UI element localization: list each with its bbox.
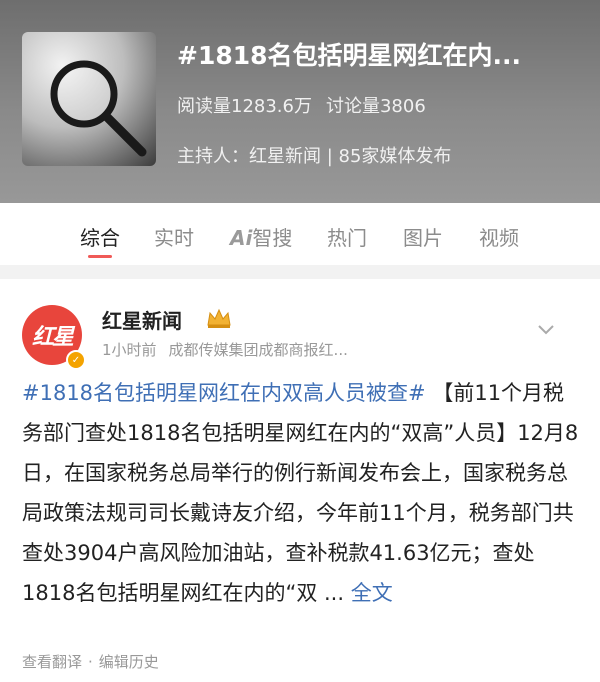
tab-bar: 综合 实时 Ai智搜 热门 图片 视频 [0,203,600,265]
post-source: 成都传媒集团成都商报红... [168,341,348,359]
tab-ai-search[interactable]: Ai智搜 [230,222,292,251]
tab-realtime[interactable]: 实时 [154,222,194,251]
active-tab-indicator [88,255,112,258]
edit-history-link[interactable]: 编辑历史 [99,653,159,671]
topic-title: #1818名包括明星网红在内... [177,41,522,70]
tab-ai-search-label: 智搜 [252,226,293,250]
read-count: 阅读量1283.6万 [177,96,312,117]
ai-badge: Ai [230,226,253,250]
post-card: 红星 ✓ 红星新闻 1小时前 成都传媒集团成都商报红... #1818名包括明星网… [0,279,600,682]
topic-stats: 阅读量1283.6万 讨论量3806 [177,92,426,118]
tab-hot[interactable]: 热门 [327,222,367,251]
expand-full-text-link[interactable]: 全文 [351,581,393,605]
crown-icon [207,308,231,328]
post-meta: 1小时前 成都传媒集团成都商报红... [102,339,348,360]
topic-header: #1818名包括明星网红在内... 阅读量1283.6万 讨论量3806 主持人：… [0,0,600,203]
post-text: 【前11个月税务部门查处1818名包括明星网红在内的“双高”人员】12月8日，在… [22,381,579,605]
post-footer: 查看翻译 · 编辑历史 [22,651,159,672]
topic-host[interactable]: 主持人：红星新闻 | 85家媒体发布 [177,142,451,168]
tab-images[interactable]: 图片 [403,222,443,251]
post-body: #1818名包括明星网红在内双高人员被查# 【前11个月税务部门查处1818名包… [22,373,582,613]
magnifier-icon [50,60,147,157]
magnifier-thumbnail[interactable] [22,32,156,166]
post-hashtag[interactable]: #1818名包括明星网红在内双高人员被查# [22,381,426,405]
tab-comprehensive[interactable]: 综合 [80,222,120,251]
chevron-down-icon[interactable] [536,323,556,337]
section-divider [0,265,600,279]
post-time: 1小时前 [102,341,157,359]
footer-separator: · [88,653,93,671]
verified-icon: ✓ [66,350,86,370]
author-name[interactable]: 红星新闻 [102,305,182,334]
tab-videos[interactable]: 视频 [479,222,519,251]
discussion-count: 讨论量3806 [325,96,426,117]
translate-link[interactable]: 查看翻译 [22,653,82,671]
